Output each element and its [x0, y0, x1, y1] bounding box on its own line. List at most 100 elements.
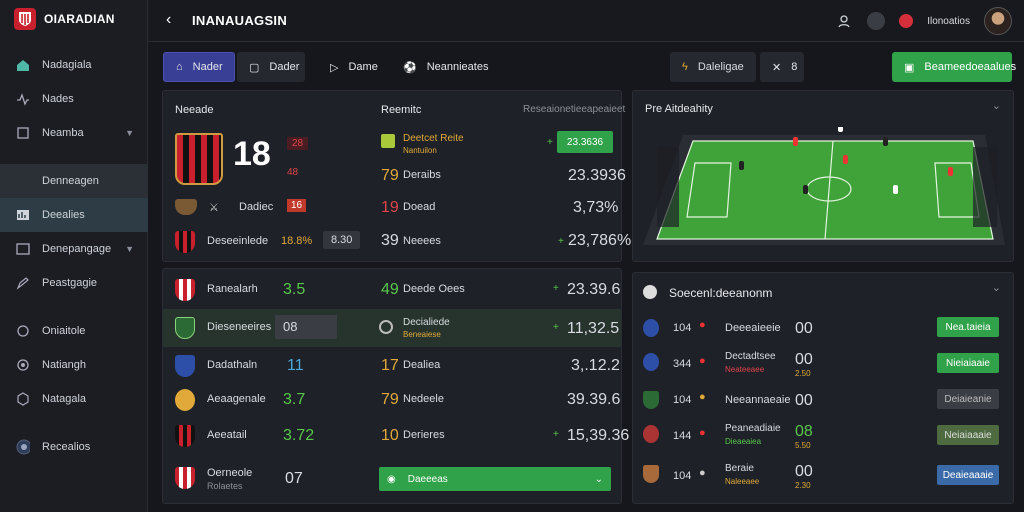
chevron-down-icon[interactable]: ⌄	[992, 281, 1001, 294]
table-row[interactable]: Aeeatail 3.72 10 Derieres + 15,39.36	[163, 419, 629, 453]
team-score: 00	[795, 463, 813, 480]
primary-action-button[interactable]: ▣ Beameedoeaalues	[892, 52, 1016, 82]
sidebar-item-7[interactable]: Oniaitole	[0, 314, 148, 348]
notification-icon[interactable]	[867, 12, 886, 30]
chevron-down-icon[interactable]: ⌄	[992, 99, 1001, 112]
team-stat-input[interactable]: 08	[275, 315, 337, 339]
back-arrow-icon[interactable]: ‹	[166, 11, 171, 29]
sidebar-item-8[interactable]: Natiangh	[0, 348, 148, 382]
team-stat: 3.5	[283, 281, 306, 298]
action-button[interactable]: Nieiaiaaie	[937, 353, 999, 373]
football-pitch[interactable]	[643, 127, 1005, 257]
sidebar-item-3[interactable]: Denneagen	[0, 164, 148, 198]
ball-icon	[643, 285, 657, 299]
value-badge[interactable]: 23.3636	[557, 131, 613, 153]
team-crest: ●	[699, 427, 706, 439]
sidebar-item-4[interactable]: Deealies	[0, 198, 148, 232]
tab-dame[interactable]: ▷ Dame	[318, 52, 378, 82]
shirt-icon: ⌂	[176, 61, 183, 73]
sidebar-item-5[interactable]: Denepangage ▼	[0, 232, 148, 266]
action-button[interactable]: Deiaieanie	[937, 389, 999, 409]
row1-label: Deetcet Reite	[403, 133, 464, 144]
team-sub: Naleeaee	[725, 477, 760, 486]
action-button[interactable]: Deaieaaaie	[937, 465, 999, 485]
score-badge: 28	[287, 137, 309, 150]
list-item[interactable]: 144 ● Peaneadiaie Dieaeaiea 08 5.50 Neia…	[633, 417, 1013, 455]
tab-label: Dame	[348, 61, 378, 73]
tab-dader[interactable]: ▢ Dader	[237, 52, 305, 82]
list-item[interactable]: 104 ● Beraie Naleeaee 00 2.30 Deaieaaaie	[633, 457, 1013, 495]
box-icon	[16, 126, 30, 140]
tab-nader[interactable]: ⌂ Nader	[163, 52, 235, 82]
list-item[interactable]: 104 ● Deeeaieeie 00 Nea.taieia	[633, 311, 1013, 345]
team-crest	[175, 355, 195, 377]
logo[interactable]: OIARADIAN	[14, 8, 115, 30]
score-sub: 48	[287, 167, 299, 178]
user-name[interactable]: Ilonoatios	[927, 16, 970, 27]
tools-icon: ✕	[772, 61, 782, 74]
header-actions: Ilonoatios	[835, 7, 1012, 35]
row4-badge[interactable]: 8.30	[323, 231, 361, 249]
cube-icon	[16, 392, 30, 406]
count-button[interactable]: ✕ 8	[760, 52, 804, 82]
sidebar-item-label: Denneagen	[42, 175, 99, 187]
pencil-icon	[16, 276, 30, 290]
sidebar-item-0[interactable]: Nadagiala	[0, 48, 148, 82]
flag-icon	[381, 134, 395, 148]
sidebar-item-label: Oniaitole	[42, 325, 86, 337]
chevron-down-icon: ⌄	[594, 473, 603, 485]
button-label: Beameedoeaalues	[924, 61, 1017, 73]
team-crest	[175, 425, 195, 447]
ball-icon: ⚽	[403, 61, 417, 74]
column-header: Reseaionetieeapeaieet	[523, 104, 626, 115]
chevron-down-icon: ▼	[125, 244, 134, 254]
row-num: 10	[381, 427, 399, 444]
list-item[interactable]: 344 ● Dectadtsee Neateeaee 00 2.50 Nieia…	[633, 345, 1013, 383]
sidebar-item-2[interactable]: Neamba ▼	[0, 116, 148, 150]
table-row[interactable]: Dadathaln 11 17 Dealiea 3,.12.2	[163, 349, 621, 383]
row-value: 3,.12.2	[571, 357, 620, 374]
player-marker	[883, 137, 888, 146]
sidebar-item-10[interactable]: Recealios	[0, 430, 148, 464]
row-num: 49	[381, 281, 399, 298]
team-crest	[643, 465, 659, 483]
table-row[interactable]: Ranealarh 3.5 49 Deede Oees + 23.39.6	[163, 273, 621, 307]
lightning-icon: ϟ	[682, 61, 688, 73]
sidebar-item-label: Recealios	[42, 441, 91, 453]
sidebar-item-label: Nades	[42, 93, 74, 105]
team-name: Oerneole	[207, 467, 253, 479]
settings-icon	[16, 439, 30, 455]
tab-neannieates[interactable]: ⚽ Neannieates	[391, 52, 491, 82]
table-row[interactable]: Aeaagenale 3.7 79 Nedeele 39.39.6	[163, 383, 621, 417]
team-score: 08	[795, 423, 813, 440]
team-sub: Dieaeaiea	[725, 437, 762, 446]
row-label: Dealiea	[403, 359, 441, 371]
row4-label: Neeees	[403, 235, 441, 247]
action-button[interactable]: Nea.taieia	[937, 317, 999, 337]
avatar[interactable]	[984, 7, 1012, 35]
table-row[interactable]: Oerneole Rolaetes 07 ◉ Daeeeas ⌄	[163, 459, 621, 499]
sidebar-item-9[interactable]: Natagala	[0, 382, 148, 416]
home-icon	[16, 58, 30, 72]
play-icon: ▷	[330, 61, 339, 74]
team-crest	[175, 133, 223, 185]
target-icon	[16, 358, 30, 372]
table-row-selected[interactable]: Dieseneeires 08 Decialiede Beneaiese + 1…	[163, 309, 621, 347]
column-header: Reemitc	[381, 104, 422, 116]
button-label: 8	[791, 61, 798, 73]
sidebar-item-1[interactable]: Nades	[0, 82, 148, 116]
up-arrow-icon: +	[553, 283, 559, 294]
ball-icon: ◉	[387, 473, 396, 485]
up-arrow-icon: +	[553, 322, 559, 333]
user-icon[interactable]	[835, 12, 853, 30]
team-crest	[175, 231, 195, 253]
row4-pct: 18.8%	[281, 235, 313, 247]
sidebar-item-6[interactable]: Peastgagie	[0, 266, 148, 300]
dropdown-button[interactable]: ◉ Daeeeas ⌄	[379, 467, 611, 491]
filter-button[interactable]: ϟ Daleligae	[670, 52, 756, 82]
row-num: 79	[381, 391, 399, 408]
action-button[interactable]: Neiaiaaaie	[937, 425, 999, 445]
player-marker	[843, 155, 848, 164]
alert-icon[interactable]	[899, 14, 914, 28]
list-item[interactable]: 104 ● Neeannaeaie 00 Deiaieanie	[633, 383, 1013, 417]
